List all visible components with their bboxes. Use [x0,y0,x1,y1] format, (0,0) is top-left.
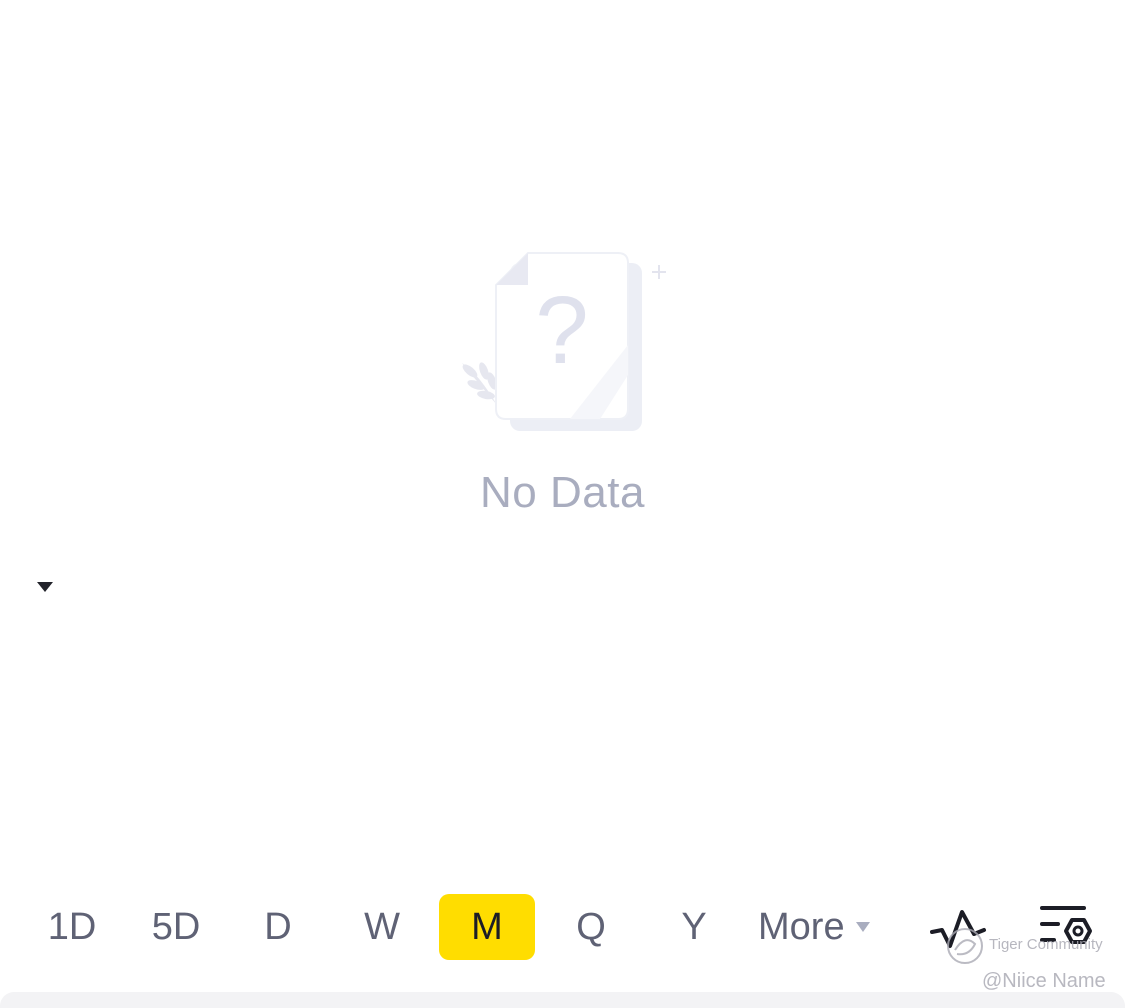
indicator-wave-icon[interactable] [928,900,988,956]
empty-state: ? No Data [0,0,1125,560]
period-m-button[interactable]: M [439,894,535,960]
no-data-message: No Data [480,468,645,517]
no-data-document-icon: ? [462,252,666,431]
svg-text:?: ? [535,277,588,384]
more-periods-button[interactable]: More [758,894,871,960]
bottom-sheet-edge [0,992,1125,1008]
period-d-button[interactable]: D [230,894,326,960]
period-q-button[interactable]: Q [543,894,639,960]
watermark-handle: @Niice Name [982,970,1106,992]
chevron-down-icon [855,922,870,932]
period-y-button[interactable]: Y [646,894,742,960]
period-selector: 1D 5D D W M Q Y More [0,890,1125,964]
chart-settings-icon[interactable] [1036,900,1096,956]
period-w-button[interactable]: W [334,894,430,960]
more-label: More [758,905,845,948]
period-5d-button[interactable]: 5D [126,894,226,960]
dropdown-caret-icon[interactable] [36,580,54,594]
period-1d-button[interactable]: 1D [22,894,122,960]
